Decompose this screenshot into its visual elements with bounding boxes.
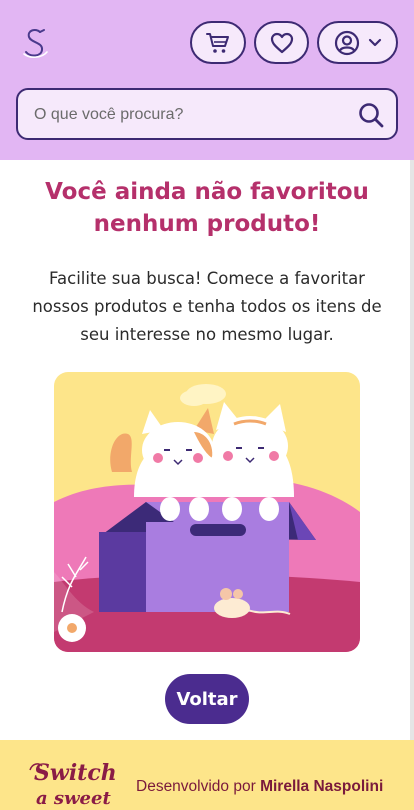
back-button[interactable]: Voltar: [165, 674, 249, 724]
footer-credit: Desenvolvido por Mirella Naspolini: [136, 778, 383, 796]
search-icon[interactable]: [358, 102, 384, 128]
page-title: Você ainda não favoritou nenhum produto!: [45, 179, 369, 237]
svg-text:a sweet: a sweet: [36, 788, 111, 809]
svg-text:Switch: Switch: [34, 760, 117, 786]
chevron-down-icon: [368, 38, 381, 46]
favorites-button[interactable]: [254, 21, 309, 64]
search-bar: [16, 88, 398, 140]
header: [0, 0, 414, 160]
credit-author-link[interactable]: Mirella Naspolini: [260, 778, 383, 795]
search-input[interactable]: [34, 102, 344, 128]
credit-prefix: Desenvolvido por: [136, 778, 256, 795]
scrollbar[interactable]: [410, 160, 414, 740]
footer: Switch a sweet Desenvolvido por Mirella …: [0, 740, 414, 810]
shopping-cart-icon: [206, 32, 229, 53]
user-circle-icon: [334, 30, 359, 55]
empty-state-description: Facilite sua busca! Comece a favoritar n…: [32, 269, 382, 344]
cats-in-box-illustration: [54, 372, 360, 652]
cart-button[interactable]: [190, 21, 246, 64]
account-menu-button[interactable]: [317, 21, 398, 64]
heart-icon: [270, 32, 293, 53]
switch-a-sweet-logo-icon: Switch a sweet: [29, 760, 117, 809]
swan-logo-icon[interactable]: [18, 26, 52, 60]
